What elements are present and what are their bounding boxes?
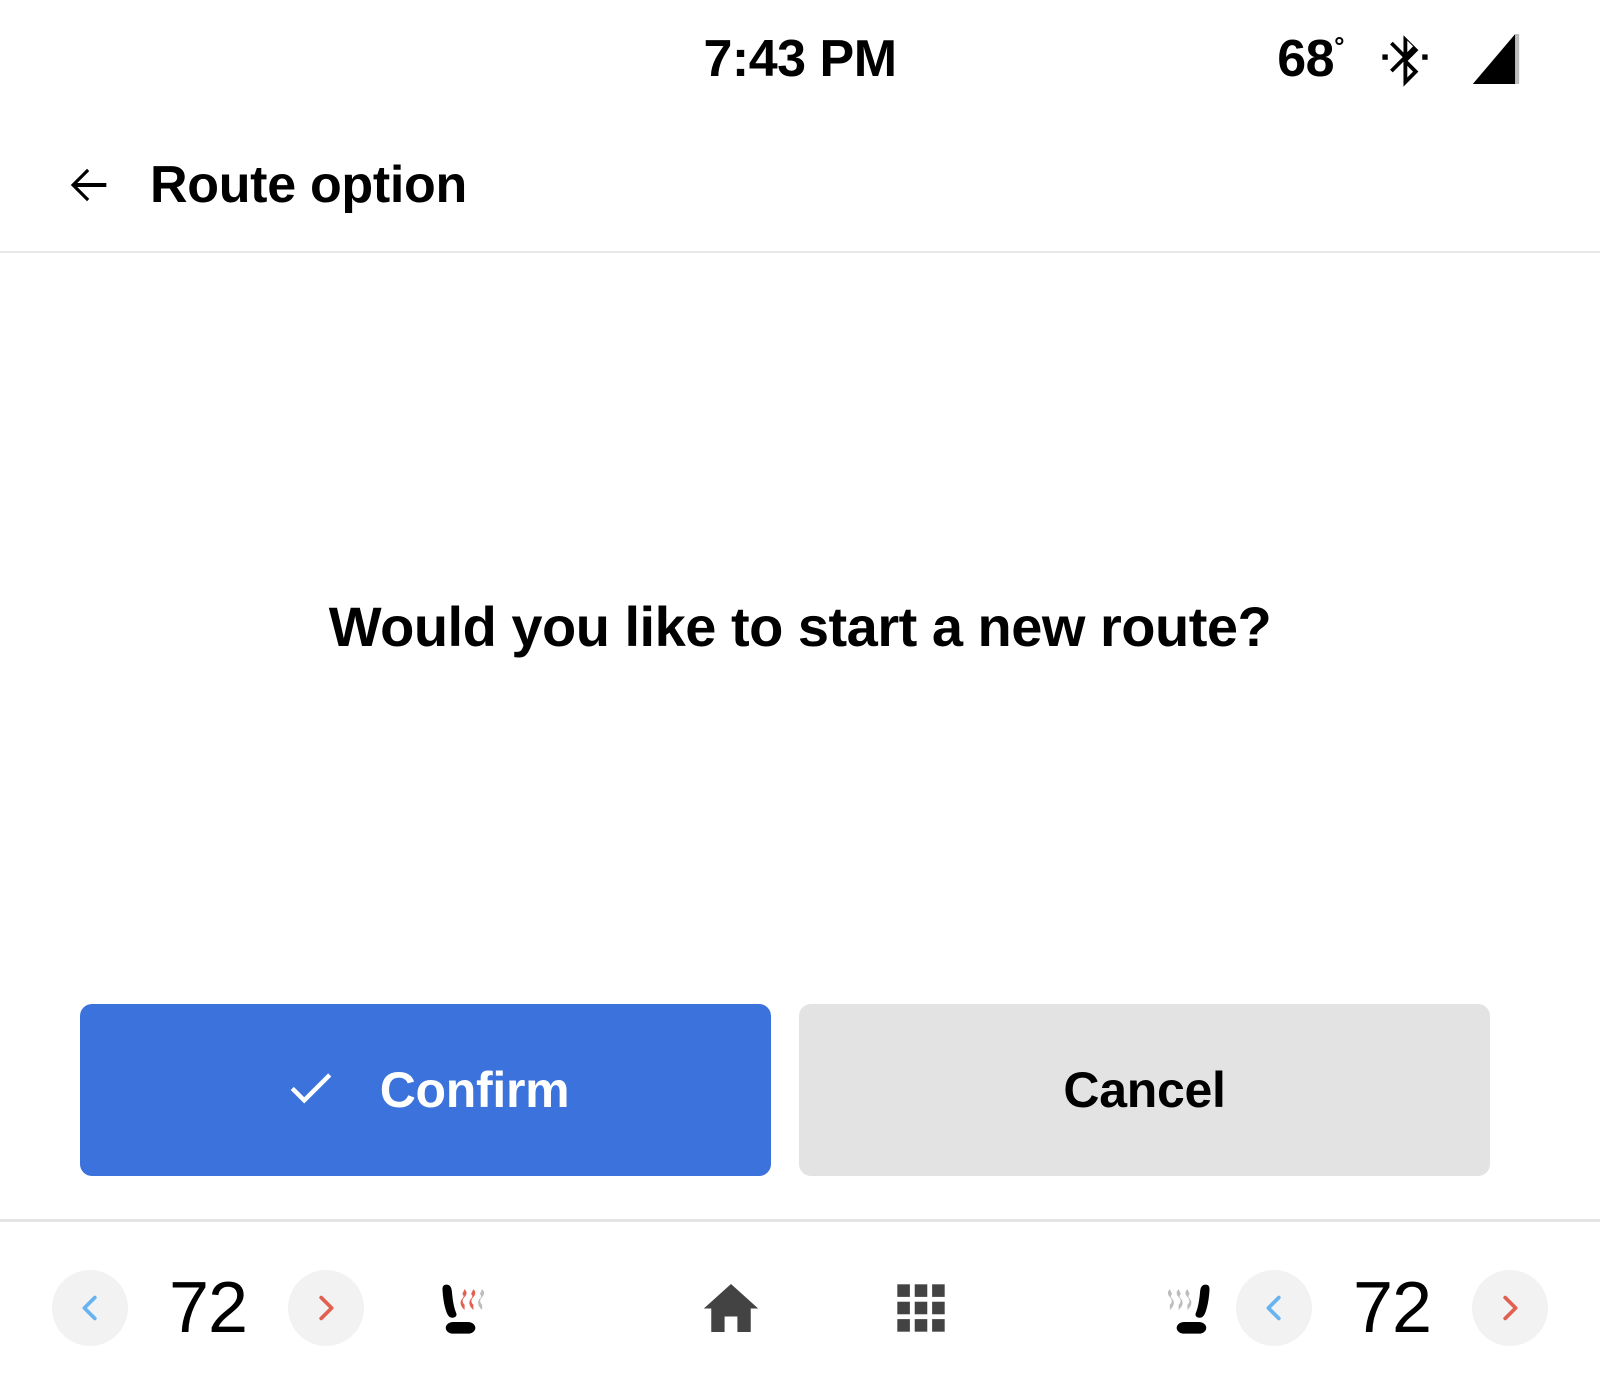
center-nav-group: [508, 1268, 1144, 1348]
passenger-temperature-control: 72: [1236, 1270, 1548, 1346]
heated-seat-icon: [1151, 1269, 1229, 1347]
confirm-button[interactable]: Confirm: [80, 1004, 771, 1176]
bluetooth-icon: [1382, 30, 1428, 88]
chevron-right-icon: [1493, 1291, 1527, 1325]
climate-nav-bar: 72 72: [0, 1222, 1600, 1394]
driver-temp-increase-button[interactable]: [288, 1270, 364, 1346]
check-icon: [282, 1061, 340, 1119]
passenger-temp-increase-button[interactable]: [1472, 1270, 1548, 1346]
chevron-right-icon: [309, 1291, 343, 1325]
passenger-temperature-value: 72: [1352, 1268, 1432, 1348]
back-button[interactable]: [58, 154, 120, 216]
apps-grid-icon: [892, 1279, 950, 1337]
back-arrow-icon: [63, 159, 115, 211]
confirm-button-label: Confirm: [379, 1062, 570, 1118]
home-button[interactable]: [691, 1268, 771, 1348]
app-bar: Route option: [0, 118, 1600, 252]
cancel-button-label: Cancel: [1063, 1062, 1226, 1118]
passenger-heated-seat-button[interactable]: [1144, 1262, 1236, 1354]
driver-temperature-control: 72: [52, 1270, 364, 1346]
chevron-left-icon: [73, 1291, 107, 1325]
status-indicators: 68 °: [1277, 0, 1522, 118]
status-bar: 7:43 PM 68 °: [0, 0, 1600, 118]
page-title: Route option: [150, 156, 467, 214]
degree-symbol: °: [1334, 31, 1344, 61]
heated-seat-icon: [423, 1269, 501, 1347]
cellular-signal-icon: [1466, 31, 1522, 87]
prompt-text: Would you like to start a new route?: [328, 595, 1272, 658]
home-icon: [699, 1276, 763, 1340]
driver-temperature-value: 72: [168, 1268, 248, 1348]
outside-temperature: 68 °: [1277, 29, 1344, 89]
chevron-left-icon: [1257, 1291, 1291, 1325]
apps-button[interactable]: [881, 1268, 961, 1348]
cancel-button[interactable]: Cancel: [799, 1004, 1490, 1176]
outside-temperature-value: 68: [1277, 30, 1335, 88]
passenger-temp-decrease-button[interactable]: [1236, 1270, 1312, 1346]
main-content: Would you like to start a new route? Con…: [0, 253, 1600, 1219]
driver-heated-seat-button[interactable]: [416, 1262, 508, 1354]
driver-temp-decrease-button[interactable]: [52, 1270, 128, 1346]
action-button-row: Confirm Cancel: [80, 1004, 1490, 1176]
